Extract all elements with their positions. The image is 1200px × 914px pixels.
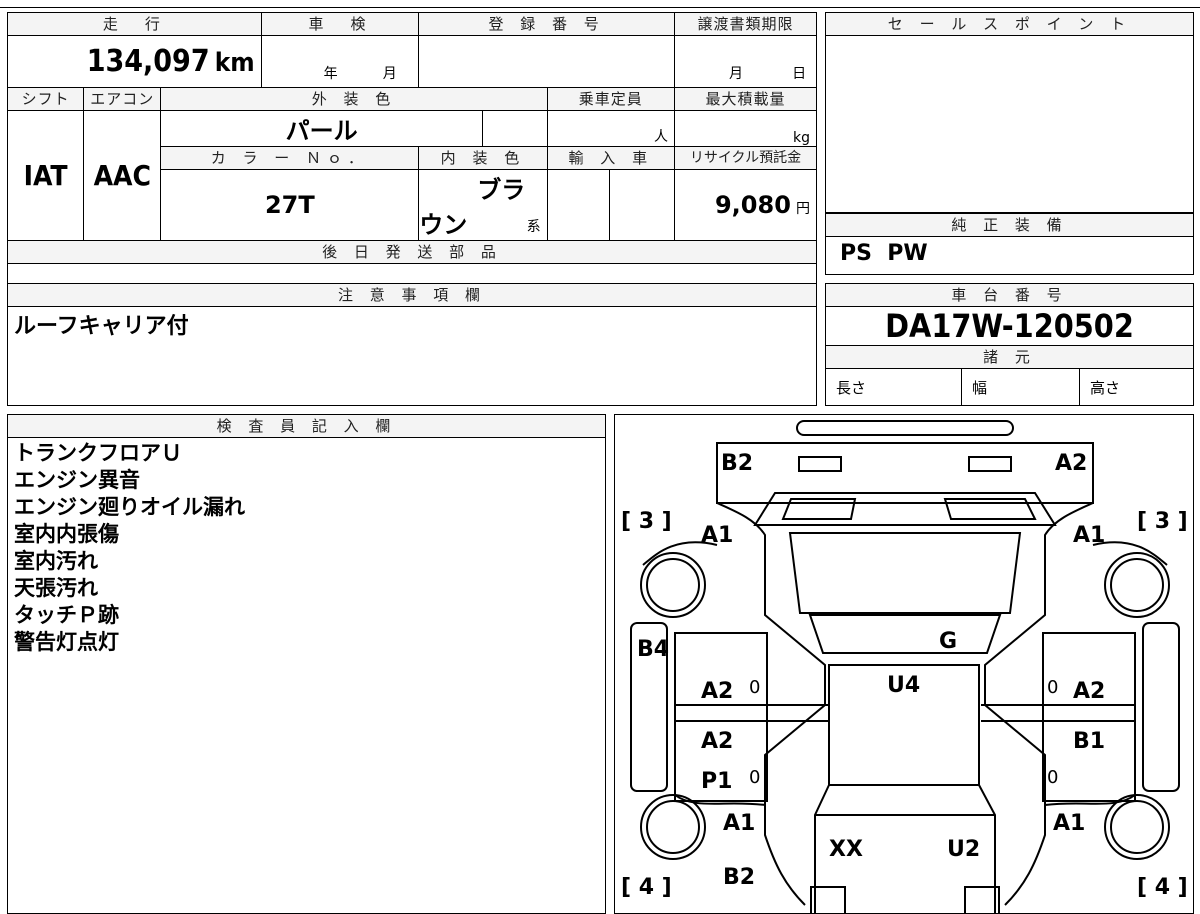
damage-quarter-left: A1 bbox=[701, 523, 734, 548]
inspection-month: 月 bbox=[382, 66, 397, 82]
mileage-cell: 134,097 km bbox=[7, 35, 262, 88]
vehicle-info-table: 走 行 車 検 登 録 番 号 譲渡書類期限 134,097 km 年 月 月 … bbox=[6, 12, 818, 302]
bracket-top-left: [ 3 ] bbox=[621, 509, 672, 534]
exterior-extra bbox=[481, 110, 548, 147]
damage-door-rear-left: A2 bbox=[701, 679, 734, 704]
import-cell-1 bbox=[546, 169, 611, 241]
capacity-cell: 人 bbox=[546, 110, 675, 147]
load-header: 最大積載量 bbox=[673, 87, 818, 111]
inspector-header: 検 査 員 記 入 欄 bbox=[8, 415, 605, 438]
spec-row: 長さ 幅 高さ bbox=[826, 369, 1193, 405]
damage-side-left: B4 bbox=[637, 637, 670, 662]
sales-point-header: セ ー ル ス ポ イ ン ト bbox=[826, 13, 1193, 36]
interior-header: 内 装 色 bbox=[418, 146, 548, 170]
inspector-line: 警告灯点灯 bbox=[14, 630, 119, 654]
recycle-unit: 円 bbox=[796, 201, 810, 217]
damage-door-front-left: A2 bbox=[701, 729, 734, 754]
width-label: 幅 bbox=[962, 369, 1080, 405]
exterior-value: パール bbox=[160, 110, 483, 147]
height-label: 高さ bbox=[1090, 379, 1121, 397]
damage-rear-right: A2 bbox=[1055, 451, 1088, 476]
inspector-line: タッチＰ跡 bbox=[14, 603, 119, 627]
transfer-cell: 月 日 bbox=[673, 35, 818, 88]
bracket-bottom-left: [ 4 ] bbox=[621, 875, 672, 900]
notes-value: ルーフキャリア付 bbox=[14, 314, 189, 339]
transfer-day: 日 bbox=[792, 66, 807, 82]
damage-roof: G bbox=[939, 629, 958, 654]
shift-value: IAT bbox=[6, 110, 85, 241]
import-cell-2 bbox=[609, 169, 675, 241]
interior-suffix: 系 bbox=[526, 219, 541, 235]
inspection-cell: 年 月 bbox=[260, 35, 420, 88]
mileage-header: 走 行 bbox=[7, 12, 262, 36]
mileage-value: 134,097 bbox=[86, 44, 210, 79]
genuine-equipment-box: 純 正 装 備 PS PW bbox=[825, 213, 1194, 275]
aircon-value: AAC bbox=[83, 110, 162, 241]
damage-door-rear-right: A2 bbox=[1073, 679, 1106, 704]
length-label: 長さ bbox=[826, 369, 962, 405]
inspector-box: 検 査 員 記 入 欄 トランクフロアＵ エンジン異音 エンジン廻りオイル漏れ … bbox=[7, 414, 606, 914]
notes-box: 注 意 事 項 欄 ルーフキャリア付 bbox=[7, 283, 817, 406]
zero-mark: 0 bbox=[1047, 767, 1059, 788]
capacity-unit: 人 bbox=[653, 129, 668, 145]
interior-value: ブラウン bbox=[419, 176, 526, 239]
notes-header: 注 意 事 項 欄 bbox=[8, 284, 816, 307]
inspector-line: エンジン異音 bbox=[14, 468, 140, 492]
exterior-header: 外 装 色 bbox=[160, 87, 548, 111]
mileage-unit: km bbox=[214, 48, 255, 78]
chassis-value: DA17W-120502 bbox=[826, 307, 1193, 346]
genuine-equipment-value: PS PW bbox=[840, 241, 928, 266]
aircon-header: エアコン bbox=[83, 87, 162, 111]
load-unit: kg bbox=[793, 130, 810, 146]
damage-door-front-right: B1 bbox=[1073, 729, 1106, 754]
registration-cell bbox=[418, 35, 675, 88]
inspector-line: トランクフロアＵ bbox=[14, 441, 182, 465]
car-outline bbox=[630, 420, 1180, 913]
damage-bumper-front: B2 bbox=[723, 865, 756, 890]
inspection-year: 年 bbox=[323, 66, 338, 82]
top-strip bbox=[0, 0, 1200, 8]
inspector-line: エンジン廻りオイル漏れ bbox=[14, 495, 245, 519]
recycle-cell: 9,080 円 bbox=[673, 169, 818, 241]
damage-center: U4 bbox=[887, 673, 921, 698]
spec-header: 諸 元 bbox=[826, 346, 1193, 369]
transfer-month: 月 bbox=[728, 66, 743, 82]
shift-header: シフト bbox=[6, 87, 85, 111]
capacity-header: 乗車定員 bbox=[546, 87, 675, 111]
transfer-header: 譲渡書類期限 bbox=[673, 12, 818, 36]
damage-fender-front-right: A1 bbox=[1053, 811, 1086, 836]
load-cell: kg bbox=[673, 110, 818, 147]
zero-mark: 0 bbox=[749, 767, 761, 788]
damage-hood-left: XX bbox=[829, 837, 863, 862]
damage-sill-front-left: P1 bbox=[701, 769, 733, 794]
color-no-value: 27T bbox=[160, 169, 420, 241]
registration-header: 登 録 番 号 bbox=[418, 12, 675, 36]
damage-hood-right: U2 bbox=[947, 837, 981, 862]
color-no-header: カ ラ ー Ｎｏ． bbox=[160, 146, 420, 170]
chassis-box: 車 台 番 号 DA17W-120502 諸 元 長さ 幅 高さ bbox=[825, 283, 1194, 406]
damage-quarter-right: A1 bbox=[1073, 523, 1106, 548]
bracket-bottom-right: [ 4 ] bbox=[1137, 875, 1188, 900]
inspector-line: 室内内張傷 bbox=[14, 522, 119, 546]
damage-fender-front-left: A1 bbox=[723, 811, 756, 836]
genuine-equipment-header: 純 正 装 備 bbox=[826, 214, 1193, 237]
inspection-header: 車 検 bbox=[260, 12, 420, 36]
bracket-top-right: [ 3 ] bbox=[1137, 509, 1188, 534]
chassis-header: 車 台 番 号 bbox=[826, 284, 1193, 307]
sales-point-box: セ ー ル ス ポ イ ン ト bbox=[825, 12, 1194, 213]
import-header: 輸 入 車 bbox=[546, 146, 675, 170]
inspector-line: 天張汚れ bbox=[14, 576, 98, 600]
zero-mark: 0 bbox=[749, 677, 761, 698]
zero-mark: 0 bbox=[1047, 677, 1059, 698]
inspector-line: 室内汚れ bbox=[14, 549, 98, 573]
damage-rear-left: B2 bbox=[721, 451, 754, 476]
inspector-list: トランクフロアＵ エンジン異音 エンジン廻りオイル漏れ 室内内張傷 室内汚れ 天… bbox=[8, 438, 605, 656]
recycle-header: リサイクル預託金 bbox=[673, 146, 818, 170]
damage-diagram: [ 3 ] [ 3 ] [ 4 ] [ 4 ] B2 A2 A1 A1 G B4… bbox=[614, 414, 1194, 914]
later-parts-header: 後 日 発 送 部 品 bbox=[7, 240, 817, 264]
recycle-value: 9,080 bbox=[714, 191, 791, 219]
interior-cell: ブラウン 系 bbox=[418, 169, 548, 241]
